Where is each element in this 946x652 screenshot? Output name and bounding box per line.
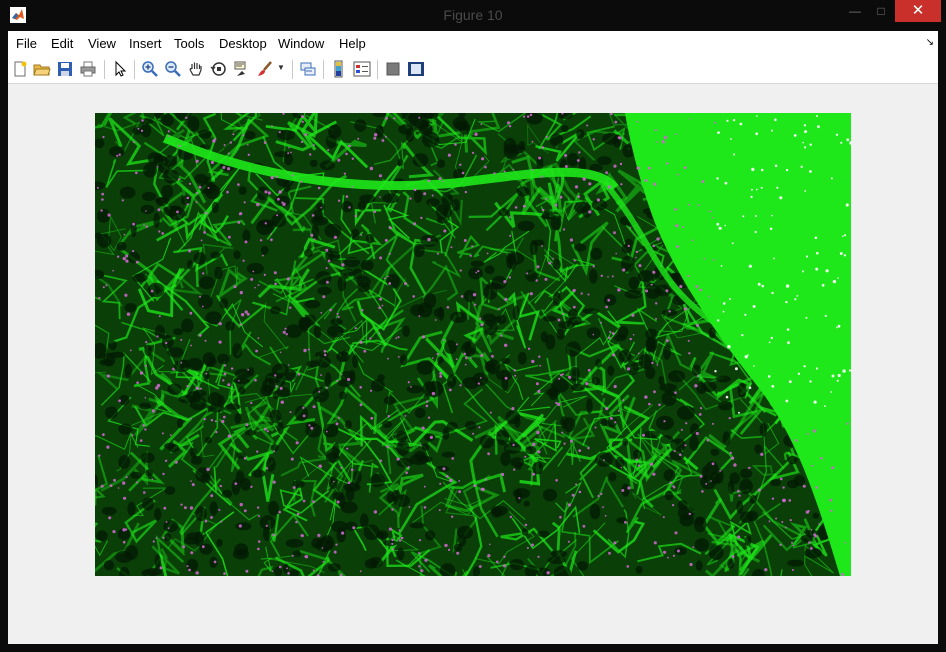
print-icon[interactable] — [79, 60, 97, 78]
dock-arrow-icon[interactable]: ↘ — [926, 37, 934, 48]
pointer-icon[interactable] — [111, 60, 129, 78]
maximize-button[interactable]: □ — [868, 0, 894, 22]
menu-help[interactable]: Help — [339, 36, 366, 51]
toolbar-separator — [292, 60, 293, 79]
window-title: Figure 10 — [443, 7, 503, 23]
menu-bar: File Edit View Insert Tools Desktop Wind… — [8, 31, 938, 56]
open-file-icon[interactable] — [33, 60, 51, 78]
hide-plot-tools-icon[interactable] — [384, 60, 402, 78]
figure-window: Figure 10 — □ ✕ File Edit View Insert To… — [0, 0, 946, 652]
toolbar-separator — [377, 60, 378, 79]
figure-toolbar: ▼ — [8, 56, 938, 84]
menu-window[interactable]: Window — [278, 36, 324, 51]
menu-insert[interactable]: Insert — [129, 36, 162, 51]
menu-tools[interactable]: Tools — [174, 36, 204, 51]
figure-canvas — [8, 84, 938, 644]
link-plot-icon[interactable] — [299, 60, 317, 78]
save-icon[interactable] — [56, 60, 74, 78]
fluorescence-tissue-image — [95, 113, 851, 576]
menu-view[interactable]: View — [88, 36, 116, 51]
menu-desktop[interactable]: Desktop — [219, 36, 267, 51]
zoom-in-icon[interactable] — [141, 60, 159, 78]
minimize-button[interactable]: — — [842, 0, 868, 22]
toolbar-separator — [104, 60, 105, 79]
show-plot-tools-icon[interactable] — [407, 60, 425, 78]
menu-edit[interactable]: Edit — [51, 36, 73, 51]
title-bar: Figure 10 — □ ✕ — [0, 0, 946, 31]
zoom-out-icon[interactable] — [164, 60, 182, 78]
figure-image[interactable] — [95, 113, 851, 576]
toolbar-separator — [134, 60, 135, 79]
menu-file[interactable]: File — [16, 36, 37, 51]
pan-hand-icon[interactable] — [187, 60, 205, 78]
data-cursor-icon[interactable] — [233, 60, 251, 78]
brush-dropdown-icon[interactable]: ▼ — [277, 63, 285, 72]
legend-icon[interactable] — [353, 60, 371, 78]
new-figure-icon[interactable] — [11, 60, 29, 78]
rotate-3d-icon[interactable] — [210, 60, 228, 78]
toolbar-separator — [323, 60, 324, 79]
brush-icon[interactable] — [256, 60, 274, 78]
colorbar-icon[interactable] — [330, 60, 348, 78]
close-button[interactable]: ✕ — [895, 0, 941, 22]
